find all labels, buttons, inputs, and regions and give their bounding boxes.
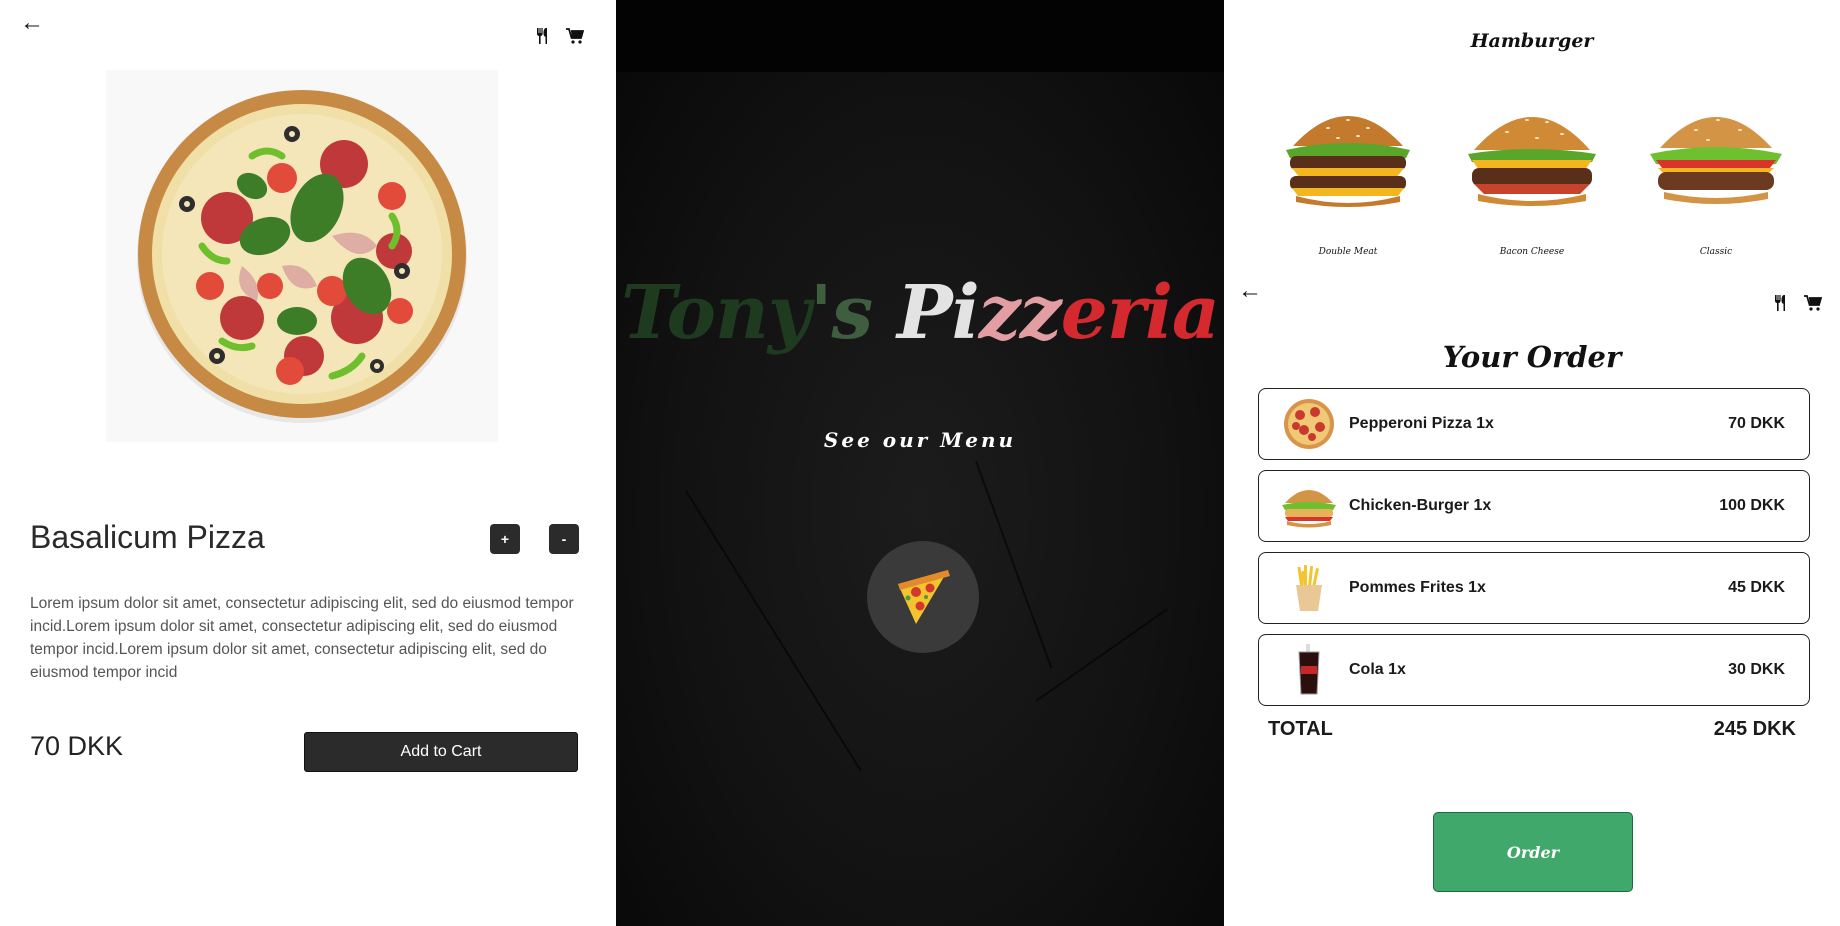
pizza-image [137, 90, 467, 423]
menu-item-label: Classic [1699, 247, 1733, 257]
product-price: 70 DKK [30, 731, 124, 761]
top-band [616, 0, 1224, 72]
menu-item-label: Bacon Cheese [1499, 247, 1565, 257]
brand-text-part: Pi [896, 270, 980, 356]
texture-scratch [1035, 608, 1168, 702]
order-item-price: 70 DKK [1728, 415, 1785, 432]
cart-icon[interactable] [566, 27, 585, 45]
brand-text-part: Tony [621, 270, 811, 356]
brand-text-part: eria [1060, 270, 1220, 356]
order-item-price: 100 DKK [1719, 497, 1785, 514]
menu-item-classic[interactable] [1631, 88, 1801, 228]
order-row[interactable]: Pepperoni Pizza 1x 70 DKK [1258, 388, 1810, 460]
order-item-name: Chicken-Burger 1x [1349, 497, 1492, 514]
order-button[interactable]: Order [1433, 812, 1633, 892]
brand-text-part: zz [978, 270, 1062, 356]
total-label: TOTAL [1268, 718, 1333, 740]
order-item-price: 45 DKK [1728, 579, 1785, 596]
menu-item-label: Double Meat [1318, 247, 1378, 257]
brand-logo: Tony's Pizzeria [616, 270, 1224, 356]
brand-text-part: 's [809, 270, 897, 356]
burger-image [1286, 116, 1410, 207]
order-row[interactable]: Chicken-Burger 1x 100 DKK [1258, 470, 1810, 542]
menu-item-bacon-cheese[interactable] [1447, 88, 1617, 228]
menu-button[interactable] [867, 541, 979, 653]
cola-icon [1277, 640, 1341, 700]
product-description: Lorem ipsum dolor sit amet, consectetur … [30, 595, 574, 681]
fries-icon [1277, 558, 1341, 618]
texture-scratch [975, 460, 1053, 669]
order-item-name: Pepperoni Pizza 1x [1349, 415, 1494, 432]
burger-icon [1277, 476, 1341, 536]
product-image [106, 70, 498, 442]
add-to-cart-button[interactable]: Add to Cart [304, 732, 578, 772]
order-row[interactable]: Cola 1x 30 DKK [1258, 634, 1810, 706]
increase-quantity-button[interactable]: + [490, 524, 520, 554]
product-title: Basalicum Pizza [30, 519, 265, 555]
arrow-left-icon[interactable]: ← [20, 11, 44, 35]
order-item-price: 30 DKK [1728, 661, 1785, 678]
order-item-name: Cola 1x [1349, 661, 1406, 678]
product-detail-panel: ← Basalicum Pizza + - Lorem ipsum dolor … [0, 0, 616, 926]
burger-image [1650, 117, 1782, 204]
order-panel: Hamburger Double Meat Bacon Cheese Class… [1224, 0, 1840, 926]
texture-scratch [685, 490, 862, 772]
cart-icon[interactable] [1804, 294, 1823, 312]
menu-item-double-meat[interactable] [1263, 88, 1433, 228]
order-title: Your Order [1442, 340, 1622, 374]
pizza-slice-icon [898, 570, 950, 624]
category-title: Hamburger [1470, 30, 1594, 52]
utensils-icon[interactable] [1772, 294, 1790, 312]
arrow-left-icon[interactable]: ← [1238, 279, 1262, 303]
utensils-icon[interactable] [534, 27, 552, 45]
see-menu-link[interactable]: See our Menu [616, 428, 1224, 452]
decrease-quantity-button[interactable]: - [549, 524, 579, 554]
order-row[interactable]: Pommes Frites 1x 45 DKK [1258, 552, 1810, 624]
burger-image [1468, 117, 1596, 206]
order-item-name: Pommes Frites 1x [1349, 579, 1486, 596]
pizza-icon [1277, 394, 1341, 454]
landing-panel: Tony's Pizzeria See our Menu [616, 0, 1224, 926]
header-icons [534, 27, 585, 45]
header-icons [1772, 294, 1823, 312]
total-value: 245 DKK [1713, 718, 1796, 740]
